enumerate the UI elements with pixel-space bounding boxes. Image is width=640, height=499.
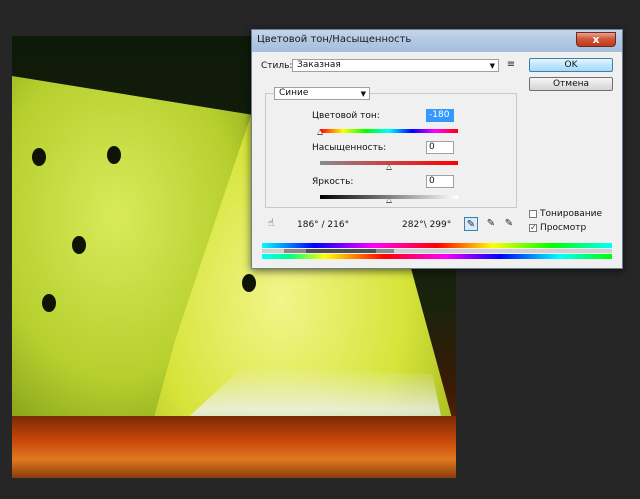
colorize-checkbox[interactable]: [529, 210, 537, 218]
style-select[interactable]: Заказная ▼: [292, 59, 499, 72]
input-spectrum-bar: [262, 243, 612, 248]
saturation-input[interactable]: 0: [426, 141, 454, 154]
hue-label: Цветовой тон:: [312, 111, 380, 121]
dialog-title: Цветовой тон/Насыщенность: [257, 34, 412, 45]
saturation-slider-thumb[interactable]: [386, 164, 392, 170]
range-right-readout: 282°\ 299°: [402, 220, 452, 230]
hue-saturation-dialog: Цветовой тон/Насыщенность x Стиль: Заказ…: [251, 29, 623, 269]
colorize-label: Тонирование: [540, 209, 603, 219]
seed: [107, 146, 121, 164]
seed: [42, 294, 56, 312]
cancel-button[interactable]: Отмена: [529, 77, 613, 91]
saturation-label: Насыщенность:: [312, 143, 387, 153]
seed: [72, 236, 86, 254]
style-select-value: Заказная: [297, 60, 341, 70]
chevron-down-icon: ▼: [360, 90, 366, 98]
lightness-label: Яркость:: [312, 177, 354, 187]
close-button[interactable]: x: [576, 32, 616, 47]
chevron-down-icon: ▼: [489, 62, 495, 70]
channel-select-value: Синие: [279, 88, 309, 98]
dialog-titlebar[interactable]: Цветовой тон/Насыщенность x: [252, 30, 622, 52]
output-spectrum-bar: [262, 254, 612, 259]
hand-adjust-icon[interactable]: ☝: [264, 217, 278, 231]
adjustment-group: [265, 93, 517, 208]
hue-slider-track[interactable]: [320, 129, 458, 133]
watermelon-rind: [12, 416, 456, 478]
lightness-input[interactable]: 0: [426, 175, 454, 188]
eyedropper-icon[interactable]: ✎: [464, 217, 478, 231]
lightness-slider-thumb[interactable]: [386, 197, 392, 203]
hue-slider-thumb[interactable]: [317, 129, 323, 135]
preview-checkbox[interactable]: ✓: [529, 224, 537, 232]
range-left-readout: 186° / 216°: [297, 220, 350, 230]
range-selector-core[interactable]: [306, 249, 376, 253]
preview-label: Просмотр: [540, 223, 587, 233]
preset-menu-icon[interactable]: ≡: [504, 58, 518, 72]
eyedropper-plus-icon[interactable]: ✎: [484, 217, 498, 231]
style-label: Стиль:: [261, 61, 293, 71]
seed: [242, 274, 256, 292]
channel-select[interactable]: Синие ▼: [274, 87, 370, 100]
checkmark-icon: ✓: [530, 223, 537, 232]
seed: [32, 148, 46, 166]
range-selector[interactable]: [262, 249, 612, 253]
eyedropper-minus-icon[interactable]: ✎: [502, 217, 516, 231]
hue-input[interactable]: -180: [426, 109, 454, 122]
ok-button[interactable]: OK: [529, 58, 613, 72]
